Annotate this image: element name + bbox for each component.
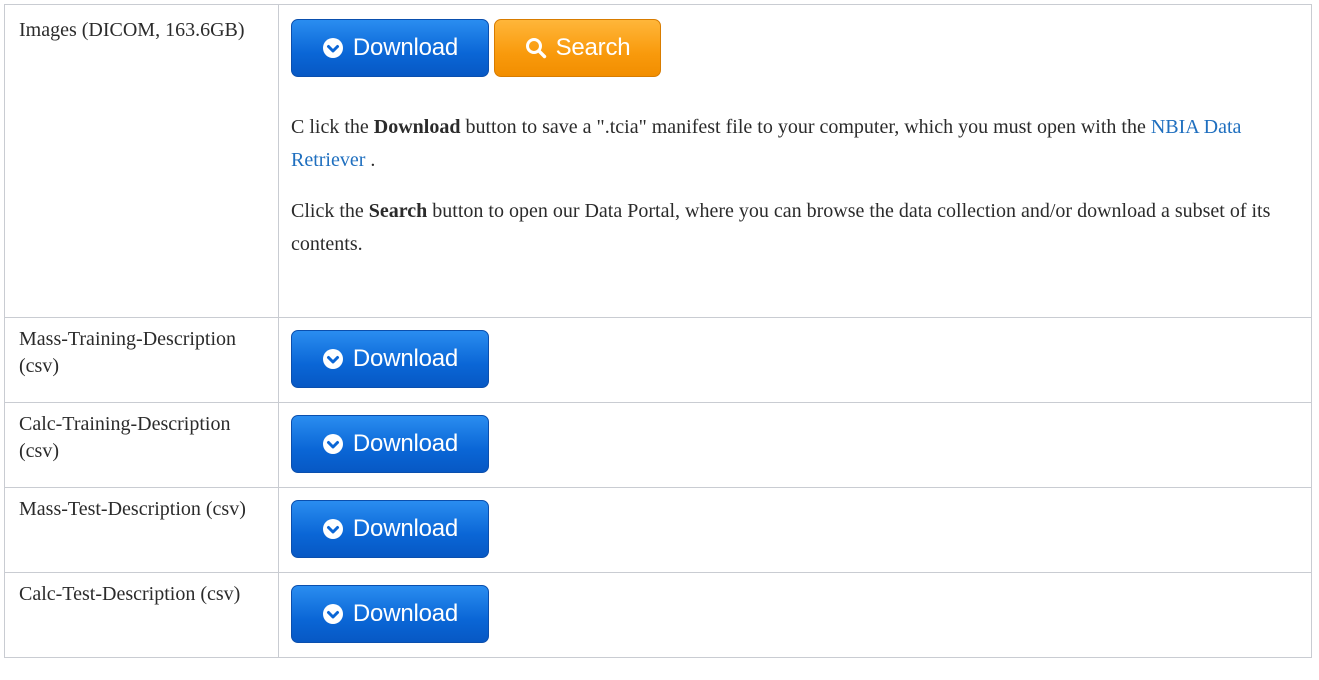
row-actions: Download Search C lick the Download butt… [278,4,1312,318]
search-emphasis: Search [368,200,428,222]
download-circle-icon [322,348,344,370]
download-button[interactable]: Download [291,19,489,77]
table-row: Calc-Test-Description (csv) Download [4,572,1312,658]
row-actions: Download [278,572,1312,658]
download-button[interactable]: Download [291,415,489,473]
row-actions: Download [278,487,1312,573]
download-button-label: Download [352,600,459,627]
download-button-label: Download [352,430,459,457]
text: C lick the [291,116,374,138]
table-row: Calc-Training-Description (csv) Download [4,402,1312,488]
download-circle-icon [322,518,344,540]
row-label: Mass-Training-Description (csv) [4,317,279,403]
download-emphasis: Download [373,116,461,138]
row-actions: Download [278,317,1312,403]
download-circle-icon [322,603,344,625]
download-circle-icon [322,37,344,59]
download-button-label: Download [352,345,459,372]
download-button[interactable]: Download [291,500,489,558]
row-label: Images (DICOM, 163.6GB) [4,4,279,318]
row-actions: Download [278,402,1312,488]
row-label: Mass-Test-Description (csv) [4,487,279,573]
download-instructions: C lick the Download button to save a ".t… [291,111,1297,177]
search-icon [525,37,547,59]
table-row: Images (DICOM, 163.6GB) Download Search … [4,4,1312,318]
downloads-table-container: Images (DICOM, 163.6GB) Download Search … [4,4,1312,658]
table-row: Mass-Training-Description (csv) Download [4,317,1312,403]
search-instructions: Click the Search button to open our Data… [291,195,1297,261]
download-button-label: Download [352,34,459,61]
download-button[interactable]: Download [291,330,489,388]
row-label: Calc-Training-Description (csv) [4,402,279,488]
search-button[interactable]: Search [494,19,661,77]
text: Click the [291,200,369,222]
text: button to save a ".tcia" manifest file t… [460,116,1151,138]
search-button-label: Search [555,34,631,61]
downloads-table: Images (DICOM, 163.6GB) Download Search … [4,4,1312,658]
text: button to open our Data Portal, where yo… [291,200,1271,255]
description: C lick the Download button to save a ".t… [291,111,1297,261]
table-row: Mass-Test-Description (csv) Download [4,487,1312,573]
download-circle-icon [322,433,344,455]
download-button[interactable]: Download [291,585,489,643]
row-label: Calc-Test-Description (csv) [4,572,279,658]
download-button-label: Download [352,515,459,542]
text: . [365,149,376,171]
